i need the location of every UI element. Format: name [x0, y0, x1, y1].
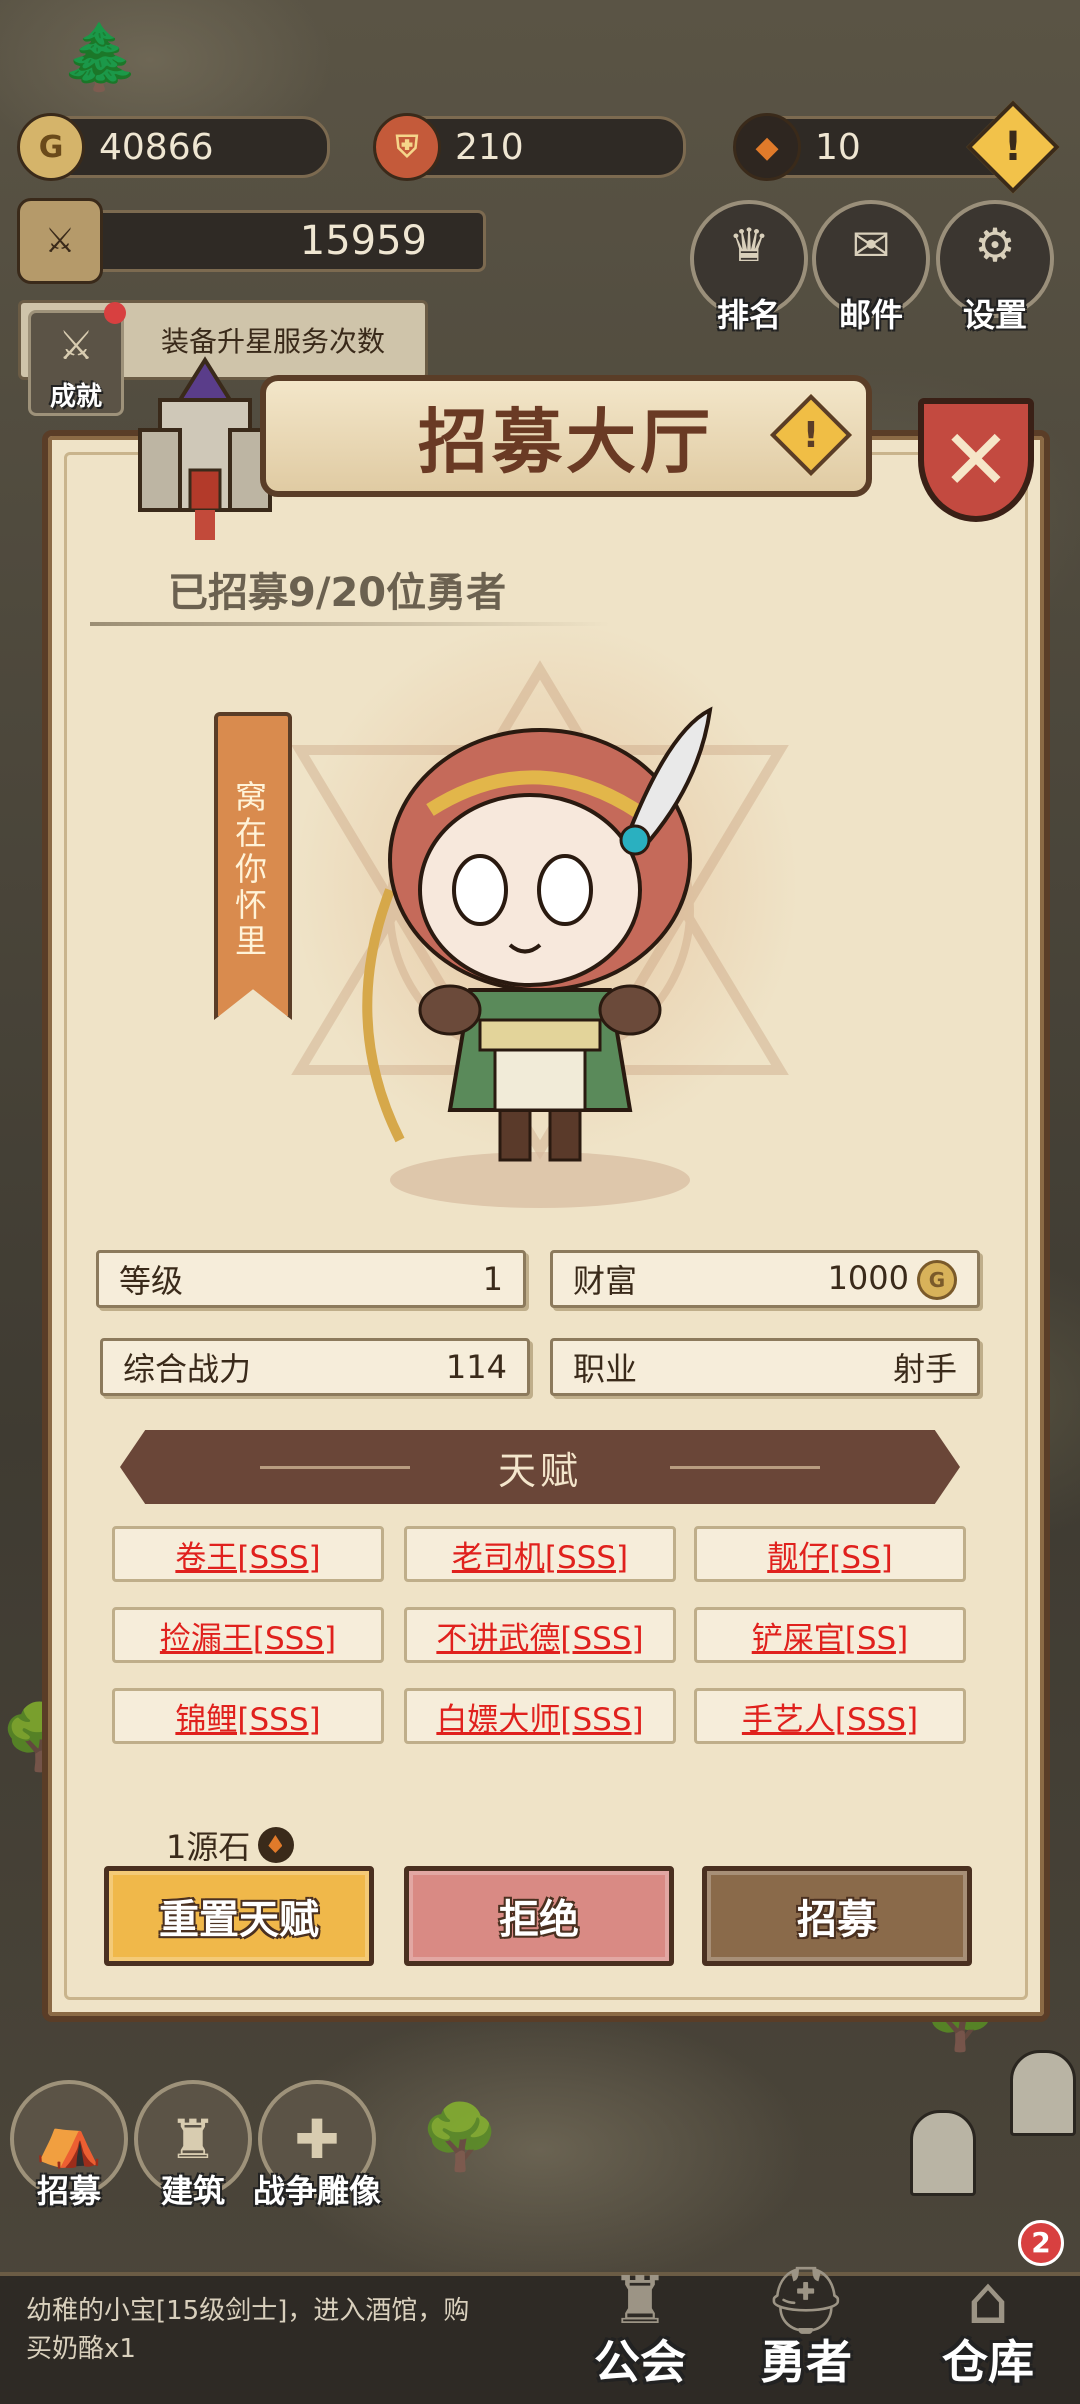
ranking-button[interactable]: ♛ 排名: [690, 200, 808, 334]
achievement-label: 成就: [49, 382, 102, 412]
class-stat: 职业 射手: [550, 1338, 980, 1396]
gravestone: [910, 2110, 976, 2196]
sword-icon: ⚔: [58, 323, 94, 369]
title-banner: 招募大厅 !: [260, 375, 872, 497]
close-button[interactable]: ✕: [918, 398, 1034, 522]
guild-icon: ♜: [610, 2262, 670, 2339]
class-value: 射手: [892, 1350, 957, 1388]
gravestone: [1010, 2050, 1076, 2136]
wealth-value: 1000: [827, 1258, 909, 1297]
settings-label: 设置: [962, 296, 1027, 334]
news-ticker: 幼稚的小宝[15级剑士]，进入酒馆，购买奶酪x1: [26, 2296, 470, 2364]
recruited-count: 已招募9/20位勇者: [168, 570, 507, 616]
shield-amount: 210: [455, 126, 524, 168]
source-stone-icon: ◆: [733, 113, 801, 181]
warehouse-icon: ⌂: [967, 2262, 1009, 2339]
mail-label: 邮件: [838, 296, 903, 334]
gear-icon: ⚙: [974, 218, 1016, 272]
settings-button[interactable]: ⚙ 设置: [936, 200, 1054, 334]
stone-amount: 10: [815, 126, 861, 168]
class-label: 职业: [573, 1350, 638, 1388]
talent-header: 天赋: [120, 1430, 960, 1504]
talent-item[interactable]: 铲屎官[SS]: [694, 1607, 966, 1663]
hero-tag-text: 窝在你怀里: [230, 780, 268, 960]
power-amount: 15959: [299, 218, 427, 264]
talent-item[interactable]: 捡漏王[SSS]: [112, 1607, 384, 1663]
wealth-stat: 财富 1000 G: [550, 1250, 980, 1308]
nav-building[interactable]: ♜ 建筑: [134, 2080, 252, 2210]
talent-item[interactable]: 锦鲤[SSS]: [112, 1688, 384, 1744]
nav-war-statue-label: 战争雕像: [252, 2172, 381, 2210]
source-stone-icon: [258, 1827, 295, 1863]
gold-amount: 40866: [99, 126, 214, 168]
talent-item[interactable]: 老司机[SSS]: [404, 1526, 676, 1582]
achievement-button[interactable]: ⚔ 成就: [28, 310, 124, 416]
talent-item[interactable]: 手艺人[SSS]: [694, 1688, 966, 1744]
gold-coin-icon: G: [17, 113, 85, 181]
nav-heroes[interactable]: ⛑ 勇者: [716, 2262, 896, 2400]
level-value: 1: [482, 1260, 503, 1298]
recruit-button[interactable]: 招募: [702, 1866, 972, 1966]
combat-power-stat: 综合战力 114: [100, 1338, 530, 1396]
talent-item[interactable]: 不讲武德[SSS]: [404, 1607, 676, 1663]
combat-power-label: 综合战力: [123, 1350, 252, 1388]
divider: [260, 1466, 410, 1469]
trophy-icon: ♛: [728, 218, 770, 272]
gold-coin-icon: G: [917, 1259, 957, 1300]
power-crest-icon: ⚔: [17, 198, 103, 284]
power-bar: ⚔ 15959: [17, 198, 486, 284]
modal-title: 招募大厅: [418, 399, 714, 483]
close-icon: ✕: [940, 411, 1012, 509]
nav-warehouse[interactable]: ⌂ 仓库: [898, 2262, 1078, 2400]
talent-item[interactable]: 卷王[SSS]: [112, 1526, 384, 1582]
combat-power-value: 114: [445, 1348, 507, 1386]
shield-bar: ⛨ 210: [373, 113, 686, 181]
divider: [670, 1466, 820, 1469]
level-label: 等级: [119, 1262, 184, 1300]
gold-bar: G 40866: [17, 113, 330, 181]
wealth-label: 财富: [573, 1262, 638, 1300]
talent-header-label: 天赋: [497, 1448, 582, 1493]
mail-button[interactable]: ✉ 邮件: [812, 200, 930, 334]
warehouse-badge: 2: [1018, 2220, 1064, 2266]
reset-cost: 1源石: [166, 1822, 295, 1868]
shield-icon: ⛨: [373, 113, 441, 181]
reject-button[interactable]: 拒绝: [404, 1866, 674, 1966]
tree-decoration: 🌳: [420, 2101, 500, 2175]
notification-dot: [104, 302, 126, 324]
mail-icon: ✉: [851, 218, 891, 272]
tree-decoration: 🌲: [60, 21, 140, 95]
helmet-icon: ⛑: [764, 2262, 848, 2339]
reset-talent-button[interactable]: 重置天赋: [104, 1866, 374, 1966]
divider: [90, 622, 610, 626]
talent-item[interactable]: 白嫖大师[SSS]: [404, 1688, 676, 1744]
nav-war-statue[interactable]: ✚ 战争雕像: [253, 2080, 381, 2210]
hero-archer-portrait: [362, 706, 713, 1208]
info-icon[interactable]: !: [769, 393, 853, 477]
nav-guild[interactable]: ♜ 公会: [550, 2262, 730, 2400]
talent-item[interactable]: 靓仔[SS]: [694, 1526, 966, 1582]
level-stat: 等级 1: [96, 1250, 526, 1308]
nav-recruit[interactable]: ⛺ 招募: [10, 2080, 128, 2210]
reset-cost-text: 1源石: [166, 1828, 251, 1866]
ranking-label: 排名: [716, 296, 781, 334]
